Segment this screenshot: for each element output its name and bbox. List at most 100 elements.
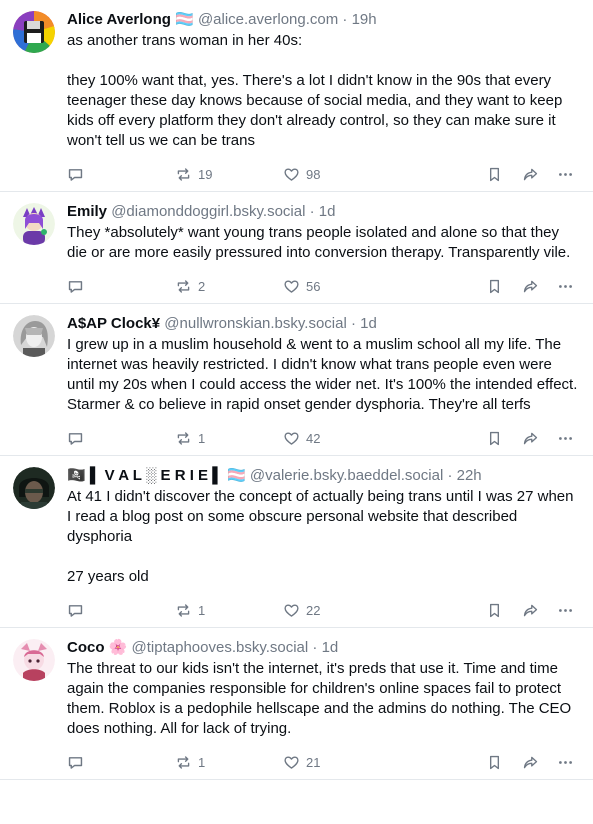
author-name[interactable]: Alice Averlong 🏳️‍⚧️ <box>67 11 194 28</box>
post-feed: Alice Averlong 🏳️‍⚧️ @alice.averlong.com… <box>0 0 593 780</box>
ellipsis-icon <box>559 173 572 176</box>
more-options-button[interactable] <box>557 166 574 183</box>
post[interactable]: Coco 🌸 @tiptaphooves.bsky.social · 1d Th… <box>0 628 593 780</box>
more-options-button[interactable] <box>557 278 574 295</box>
like-count: 22 <box>306 603 321 618</box>
author-handle[interactable]: @valerie.bsky.baeddel.social <box>250 467 443 484</box>
post[interactable]: Emily @diamonddoggirl.bsky.social · 1d T… <box>0 192 593 304</box>
like-button[interactable]: 42 <box>283 430 320 447</box>
more-options-button[interactable] <box>557 430 574 447</box>
share-icon <box>523 756 538 769</box>
share-icon <box>523 604 538 617</box>
author-name[interactable]: Coco 🌸 <box>67 639 127 656</box>
bookmark-icon <box>489 755 500 770</box>
avatar-image <box>13 467 55 509</box>
repost-icon <box>177 756 190 769</box>
repost-button[interactable]: 19 <box>175 166 212 183</box>
post-actions: 1 42 <box>67 421 579 455</box>
repost-icon <box>177 168 190 181</box>
repost-count: 2 <box>198 279 206 294</box>
reply-icon <box>68 605 83 617</box>
share-button[interactable] <box>522 430 539 447</box>
separator: · <box>447 467 453 484</box>
share-button[interactable] <box>522 754 539 771</box>
post[interactable]: 🏴‍☠️ ▌ V A L ░ E R I E ▌ 🏳️‍⚧️ @valerie.… <box>0 456 593 628</box>
reply-button[interactable] <box>67 602 84 619</box>
post-header: Coco 🌸 @tiptaphooves.bsky.social · 1d <box>67 638 579 658</box>
more-options-button[interactable] <box>557 754 574 771</box>
post-text: The threat to our kids isn't the interne… <box>67 660 576 737</box>
ellipsis-icon <box>559 285 572 288</box>
post[interactable]: A$AP Clock¥ @nullwronskian.bsky.social ·… <box>0 304 593 456</box>
repost-button[interactable]: 1 <box>175 430 205 447</box>
post-time[interactable]: 1d <box>360 315 377 332</box>
avatar[interactable] <box>13 315 55 357</box>
author-name[interactable]: 🏴‍☠️ ▌ V A L ░ E R I E ▌ 🏳️‍⚧️ <box>67 467 246 484</box>
like-count: 98 <box>306 167 321 182</box>
bookmark-icon <box>489 603 500 618</box>
reply-icon <box>68 169 83 181</box>
repost-count: 1 <box>198 431 206 446</box>
post-text: They *absolutely* want young trans peopl… <box>67 224 571 261</box>
reply-button[interactable] <box>67 430 84 447</box>
like-button[interactable]: 21 <box>283 754 320 771</box>
reply-icon <box>68 281 83 293</box>
bookmark-icon <box>489 279 500 294</box>
post-time[interactable]: 22h <box>457 467 482 484</box>
post-text: I grew up in a muslim household & went t… <box>67 336 582 413</box>
heart-icon <box>284 756 299 769</box>
heart-icon <box>284 432 299 445</box>
author-name[interactable]: A$AP Clock¥ <box>67 315 160 332</box>
avatar[interactable] <box>13 467 55 509</box>
repost-button[interactable]: 1 <box>175 754 205 771</box>
reply-button[interactable] <box>67 754 84 771</box>
share-icon <box>523 432 538 445</box>
repost-count: 1 <box>198 755 206 770</box>
ellipsis-icon <box>559 437 572 440</box>
author-handle[interactable]: @diamonddoggirl.bsky.social <box>111 203 305 220</box>
author-handle[interactable]: @alice.averlong.com <box>198 11 338 28</box>
reply-button[interactable] <box>67 278 84 295</box>
avatar[interactable] <box>13 639 55 681</box>
like-button[interactable]: 56 <box>283 278 320 295</box>
reply-button[interactable] <box>67 166 84 183</box>
share-icon <box>523 168 538 181</box>
separator: · <box>309 203 315 220</box>
avatar[interactable] <box>13 203 55 245</box>
bookmark-button[interactable] <box>486 166 503 183</box>
avatar-image <box>13 639 55 681</box>
avatar-image <box>13 315 55 357</box>
bookmark-button[interactable] <box>486 278 503 295</box>
share-button[interactable] <box>522 278 539 295</box>
repost-button[interactable]: 2 <box>175 278 205 295</box>
avatar[interactable] <box>13 11 55 53</box>
more-options-button[interactable] <box>557 602 574 619</box>
post-time[interactable]: 19h <box>352 11 377 28</box>
like-button[interactable]: 22 <box>283 602 320 619</box>
post-time[interactable]: 1d <box>322 639 339 656</box>
share-button[interactable] <box>522 166 539 183</box>
post-text: At 41 I didn't discover the concept of a… <box>67 488 574 585</box>
reply-icon <box>68 757 83 769</box>
post-header: 🏴‍☠️ ▌ V A L ░ E R I E ▌ 🏳️‍⚧️ @valerie.… <box>67 466 579 486</box>
like-count: 21 <box>306 755 321 770</box>
author-name[interactable]: Emily <box>67 203 107 220</box>
avatar-image <box>13 11 55 53</box>
separator: · <box>342 11 348 28</box>
share-button[interactable] <box>522 602 539 619</box>
repost-icon <box>177 604 190 617</box>
post-actions: 1 21 <box>67 745 579 779</box>
post-time[interactable]: 1d <box>319 203 336 220</box>
separator: · <box>350 315 356 332</box>
like-button[interactable]: 98 <box>283 166 320 183</box>
post[interactable]: Alice Averlong 🏳️‍⚧️ @alice.averlong.com… <box>0 0 593 192</box>
bookmark-button[interactable] <box>486 754 503 771</box>
author-handle[interactable]: @tiptaphooves.bsky.social <box>132 639 309 656</box>
post-text: as another trans woman in her 40s: they … <box>67 32 563 149</box>
author-handle[interactable]: @nullwronskian.bsky.social <box>164 315 347 332</box>
bookmark-button[interactable] <box>486 430 503 447</box>
post-header: Alice Averlong 🏳️‍⚧️ @alice.averlong.com… <box>67 10 579 30</box>
repost-button[interactable]: 1 <box>175 602 205 619</box>
bookmark-button[interactable] <box>486 602 503 619</box>
post-header: A$AP Clock¥ @nullwronskian.bsky.social ·… <box>67 314 579 334</box>
